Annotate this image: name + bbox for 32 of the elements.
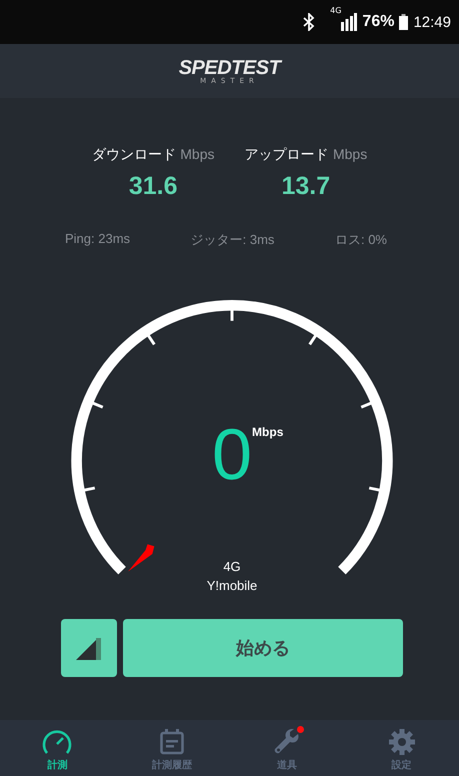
signal-button[interactable]	[61, 619, 117, 677]
result-label: アップロード	[244, 147, 328, 163]
result-value: 13.7	[282, 172, 330, 201]
nav-tab[interactable]: 道具	[230, 720, 344, 776]
network-type: 4G	[223, 559, 241, 574]
start-button[interactable]: 始める	[123, 619, 403, 677]
unit-label: Mbps	[332, 146, 368, 162]
unit-label: Mbps	[180, 146, 214, 162]
speed-unit: Mbps	[252, 425, 284, 439]
calendar-icon	[160, 729, 184, 755]
battery-level: 76%	[362, 13, 394, 31]
gauge-needle	[128, 544, 154, 572]
signal-icon	[76, 636, 102, 660]
stat-text: ロス: 0%	[334, 231, 387, 249]
nav-tab[interactable]: 計測履歴	[114, 720, 230, 776]
speedometer-icon	[42, 729, 72, 755]
signal-icon	[341, 13, 358, 31]
carrier-name: Y!mobile	[206, 578, 258, 593]
wrench-icon	[274, 729, 300, 755]
stat-text: Ping: 23ms	[65, 231, 130, 248]
clock: 12:49	[413, 14, 451, 30]
logo-text: SPEDTEST	[178, 58, 280, 78]
battery-icon	[399, 14, 408, 30]
bluetooth-icon	[303, 13, 316, 31]
result-value: 31.6	[128, 172, 178, 201]
speed-value: 0	[212, 419, 252, 491]
nav-tab[interactable]: 設定	[344, 720, 459, 776]
nav-tab[interactable]: 計測	[0, 720, 115, 776]
result-label: ダウンロード	[92, 147, 176, 163]
network-type: 4G	[330, 6, 342, 15]
settings-icon	[388, 729, 415, 755]
stat-text: ジッター: 3ms	[190, 231, 274, 249]
